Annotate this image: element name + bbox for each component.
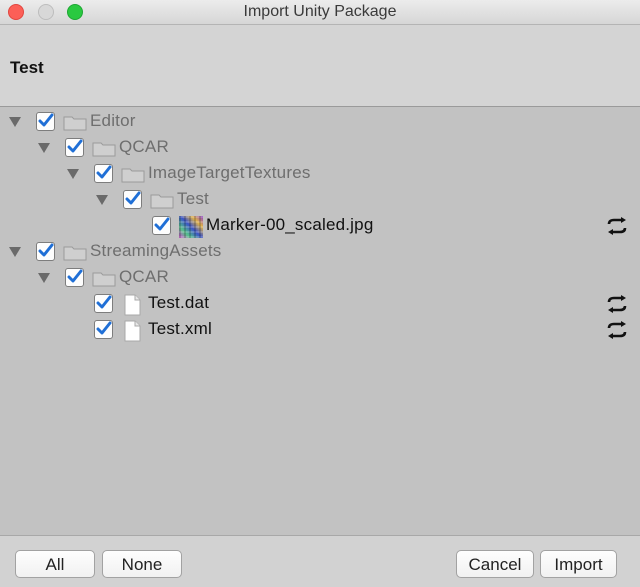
include-checkbox[interactable] [152, 216, 171, 235]
expand-arrow-icon[interactable] [67, 169, 79, 179]
folder-icon [150, 194, 174, 209]
tree-item-label: Marker-00_scaled.jpg [206, 215, 374, 234]
tree-item-label: Editor [90, 111, 136, 130]
window-title: Import Unity Package [243, 3, 397, 20]
reimport-icon [607, 321, 627, 339]
folder-icon [92, 142, 116, 157]
expand-arrow-icon[interactable] [9, 117, 21, 127]
tree-row-editor[interactable]: Editor [0, 109, 640, 135]
cancel-button[interactable]: Cancel [456, 550, 534, 578]
checkmark-icon [154, 217, 170, 231]
checkmark-icon [96, 295, 112, 309]
file-icon [124, 294, 141, 316]
tree-row-test-xml[interactable]: Test.xml [0, 317, 640, 343]
checkmark-icon [96, 165, 112, 179]
select-all-button[interactable]: All [15, 550, 95, 578]
include-checkbox[interactable] [36, 242, 55, 261]
include-checkbox[interactable] [94, 320, 113, 339]
include-checkbox[interactable] [94, 294, 113, 313]
checkmark-icon [67, 139, 83, 153]
checkmark-icon [67, 269, 83, 283]
package-header: Test [0, 25, 640, 107]
tree-item-label: Test.dat [148, 293, 210, 312]
folder-icon [121, 168, 145, 183]
package-name: Test [10, 58, 44, 77]
include-checkbox[interactable] [65, 138, 84, 157]
tree-item-label: Test [177, 189, 209, 208]
reimport-icon [607, 295, 627, 313]
import-package-window: Import Unity Package Test Editor QCAR Im… [0, 0, 640, 587]
expand-arrow-icon[interactable] [38, 143, 50, 153]
import-button[interactable]: Import [540, 550, 617, 578]
include-checkbox[interactable] [123, 190, 142, 209]
tree-row-qcar[interactable]: QCAR [0, 135, 640, 161]
select-none-button[interactable]: None [102, 550, 182, 578]
tree-item-label: QCAR [119, 267, 169, 286]
tree-item-label: ImageTargetTextures [148, 163, 311, 182]
folder-icon [63, 116, 87, 131]
tree-item-label: Test.xml [148, 319, 212, 338]
expand-arrow-icon[interactable] [38, 273, 50, 283]
include-checkbox[interactable] [65, 268, 84, 287]
footer-bar: All None Cancel Import [0, 535, 640, 587]
folder-icon [63, 246, 87, 261]
tree-row-marker-image[interactable]: Marker-00_scaled.jpg [0, 213, 640, 239]
tree-row-streamingassets[interactable]: StreamingAssets [0, 239, 640, 265]
file-icon [124, 320, 141, 342]
include-checkbox[interactable] [94, 164, 113, 183]
tree-row-qcar-streaming[interactable]: QCAR [0, 265, 640, 291]
checkmark-icon [96, 321, 112, 335]
checkmark-icon [38, 113, 54, 127]
include-checkbox[interactable] [36, 112, 55, 131]
tree-item-label: QCAR [119, 137, 169, 156]
tree-item-label: StreamingAssets [90, 241, 222, 260]
checkmark-icon [125, 191, 141, 205]
reimport-icon [607, 217, 627, 235]
folder-icon [92, 272, 116, 287]
expand-arrow-icon[interactable] [9, 247, 21, 257]
image-thumbnail-icon [179, 216, 203, 238]
tree-row-test-dat[interactable]: Test.dat [0, 291, 640, 317]
title-bar[interactable]: Import Unity Package [0, 0, 640, 25]
tree-row-test-folder[interactable]: Test [0, 187, 640, 213]
asset-tree: Editor QCAR ImageTargetTextures Test Mar… [0, 107, 640, 535]
expand-arrow-icon[interactable] [96, 195, 108, 205]
tree-row-imagetargettextures[interactable]: ImageTargetTextures [0, 161, 640, 187]
checkmark-icon [38, 243, 54, 257]
